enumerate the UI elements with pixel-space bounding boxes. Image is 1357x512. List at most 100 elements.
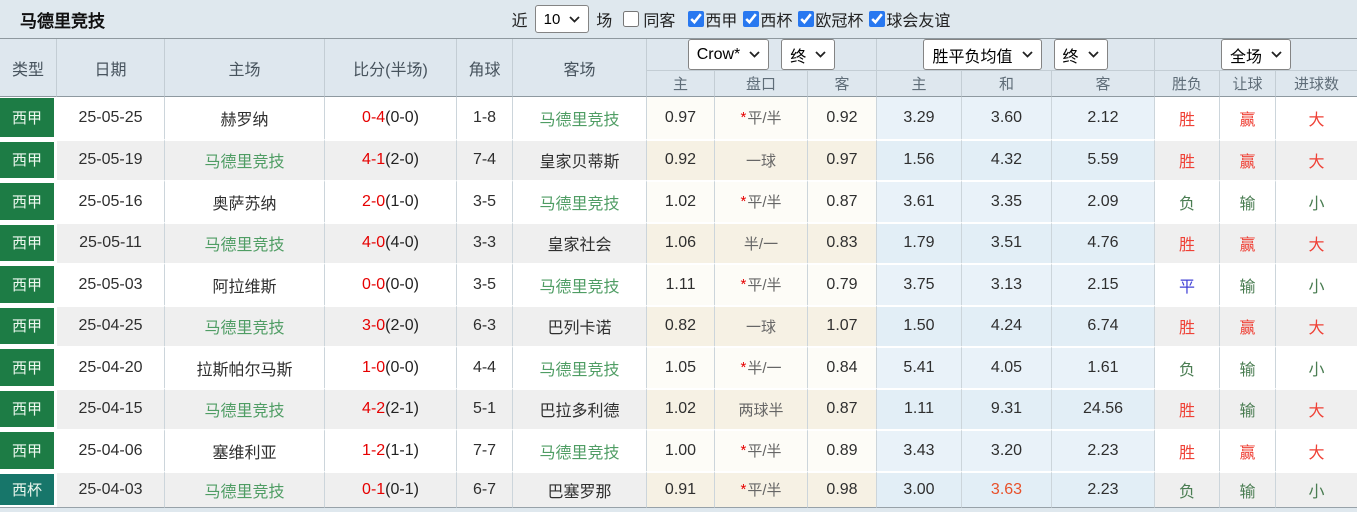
goals-result-cell: 大 [1276,387,1357,429]
away-team: 马德里竞技 [513,263,647,305]
chevron-down-icon [815,51,826,58]
result-group-header: 全场 [1155,39,1357,71]
subcol-result: 胜负 [1155,71,1220,97]
handicap-result-cell: 输 [1220,346,1276,388]
league-filter-label: 西甲 [705,13,738,30]
col-header-score: 比分(半场) [325,39,457,97]
score-cell: 0-1 (0-1) [325,470,457,508]
type-cell: 西甲 [0,429,57,471]
handicap-home-odds: 1.02 [647,387,715,429]
league-filter[interactable]: 欧冠杯 [798,7,863,31]
avg-home-odds: 3.29 [877,97,962,139]
avg-home-odds: 3.43 [877,429,962,471]
league-filter[interactable]: 西甲 [688,7,737,31]
result-cell: 胜 [1155,429,1220,471]
corners-cell: 3-5 [457,263,513,305]
league-filter-label: 西杯 [760,13,793,30]
away-team: 皇家贝蒂斯 [513,138,647,180]
handicap-home-odds: 0.82 [647,304,715,346]
avg-time-select[interactable]: 终 [1053,39,1108,70]
handicap-group-header: Crow* 终 [647,39,877,71]
avg-away-odds: 5.59 [1052,138,1155,180]
result-cell: 负 [1155,180,1220,222]
handicap-result-cell: 赢 [1220,304,1276,346]
result-scope-value: 全场 [1229,48,1262,66]
league-filter-label: 球会友谊 [886,13,951,30]
avg-draw-odds: 3.13 [962,263,1052,305]
score-cell: 4-2 (2-1) [325,387,457,429]
bookmaker-select-value: Crow* [696,45,741,63]
avg-home-odds: 3.61 [877,180,962,222]
avg-home-odds: 5.41 [877,346,962,388]
avg-type-select[interactable]: 胜平负均值 [923,39,1042,70]
bookmaker-select[interactable]: Crow* [687,39,770,70]
league-filter[interactable]: 球会友谊 [869,7,950,31]
result-cell: 胜 [1155,138,1220,180]
avg-draw-odds: 3.60 [962,97,1052,139]
recent-count-select[interactable]: 10 [534,5,590,33]
home-team: 马德里竞技 [165,387,325,429]
goals-result-cell: 大 [1276,138,1357,180]
corners-cell: 3-3 [457,221,513,263]
avg-away-odds: 6.74 [1052,304,1155,346]
handicap-away-odds: 0.92 [808,97,877,139]
avg-away-odds: 1.61 [1052,346,1155,388]
subcol-handicap-away: 客 [808,71,877,97]
goals-result-cell: 大 [1276,97,1357,139]
avg-home-odds: 3.75 [877,263,962,305]
result-cell: 胜 [1155,221,1220,263]
corners-cell: 6-3 [457,304,513,346]
type-cell: 西甲 [0,304,57,346]
handicap-line: 两球半 [715,387,808,429]
competition-badge: 西甲 [0,224,54,261]
same-venue-checkbox[interactable] [623,11,640,27]
result-cell: 负 [1155,346,1220,388]
handicap-line: * 半/一 [715,346,808,388]
date-cell: 25-05-19 [57,138,165,180]
type-cell: 西甲 [0,138,57,180]
handicap-home-odds: 0.91 [647,470,715,508]
avg-away-odds: 2.12 [1052,97,1155,139]
goals-result-cell: 大 [1276,221,1357,263]
league-filter-checkbox[interactable] [743,11,760,27]
league-filter[interactable]: 西杯 [743,7,792,31]
handicap-line: * 平/半 [715,180,808,222]
result-cell: 胜 [1155,97,1220,139]
handicap-time-select[interactable]: 终 [781,39,836,70]
home-team: 马德里竞技 [165,470,325,508]
goals-result-cell: 小 [1276,180,1357,222]
col-header-away: 客场 [513,39,647,97]
filter-controls: 近 10 场 同客 西甲 西杯 欧冠杯 球会友谊 [105,5,1357,33]
away-team: 马德里竞技 [513,180,647,222]
col-header-type: 类型 [0,39,57,97]
date-cell: 25-04-15 [57,387,165,429]
score-cell: 0-4 (0-0) [325,97,457,139]
avg-draw-odds: 3.35 [962,180,1052,222]
handicap-away-odds: 0.89 [808,429,877,471]
avg-draw-odds: 3.63 [962,470,1052,508]
home-team: 奥萨苏纳 [165,180,325,222]
handicap-line: * 平/半 [715,429,808,471]
goals-result-cell: 大 [1276,304,1357,346]
result-scope-select[interactable]: 全场 [1220,39,1291,70]
type-cell: 西甲 [0,97,57,139]
competition-badge: 西甲 [0,141,54,178]
handicap-result-cell: 输 [1220,470,1276,508]
handicap-line: * 平/半 [715,470,808,508]
league-filter-checkbox[interactable] [798,11,815,27]
avg-home-odds: 3.00 [877,470,962,508]
handicap-line: 一球 [715,304,808,346]
subcol-handicap-result: 让球 [1220,71,1276,97]
score-cell: 0-0 (0-0) [325,263,457,305]
league-filter-checkbox[interactable] [688,11,705,27]
matches-table: 类型 日期 主场 比分(半场) 角球 客场 Crow* 终 胜平负均值 终 全场… [0,39,1357,508]
competition-badge: 西甲 [0,307,54,344]
same-venue-label: 同客 [643,13,676,30]
subcol-avg-draw: 和 [962,71,1052,97]
same-venue-filter[interactable]: 同客 [623,7,675,31]
avg-away-odds: 2.23 [1052,470,1155,508]
handicap-result-cell: 赢 [1220,221,1276,263]
avg-away-odds: 24.56 [1052,387,1155,429]
league-filter-checkbox[interactable] [869,11,886,27]
competition-badge: 西杯 [0,473,54,505]
